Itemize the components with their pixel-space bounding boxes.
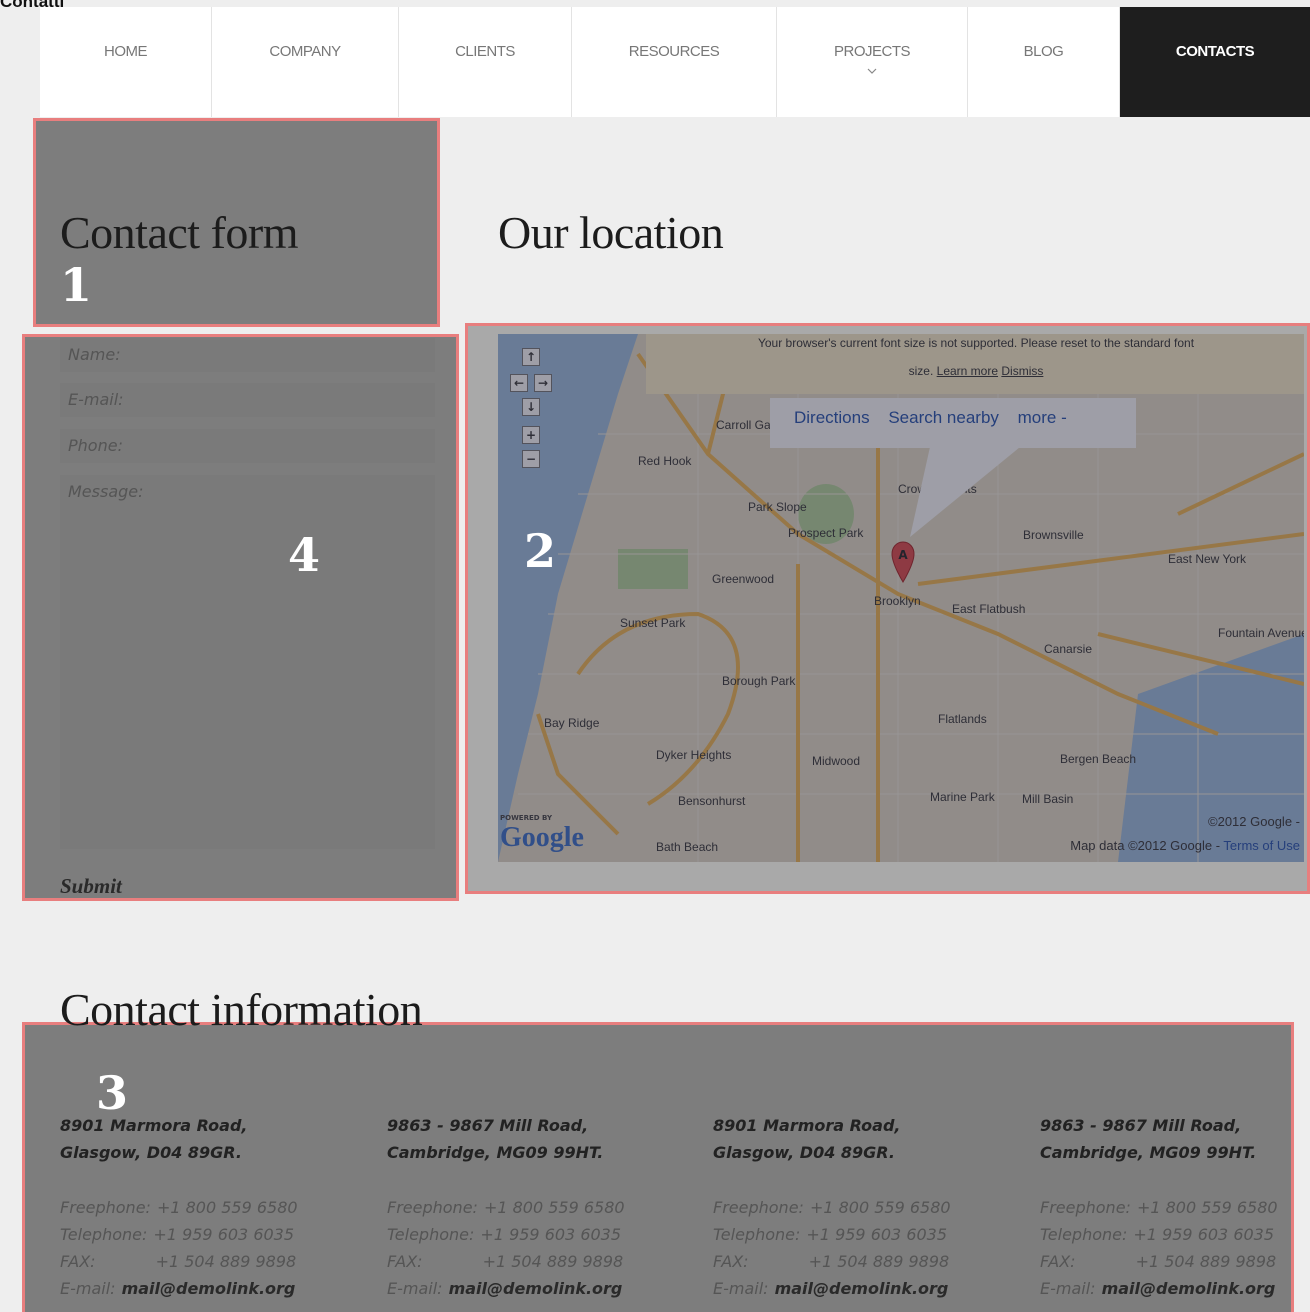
address-line: 9863 - 9867 Mill Road, bbox=[387, 1116, 589, 1135]
telephone-value: +1 959 603 6035 bbox=[480, 1225, 622, 1244]
fax-value: +1 504 889 9898 bbox=[155, 1252, 297, 1271]
annotation-number-4: 4 bbox=[288, 528, 321, 582]
name-input[interactable]: Name: bbox=[60, 338, 435, 372]
address-line: Cambridge, MG09 99HT. bbox=[387, 1143, 604, 1162]
nav-resources[interactable]: RESOURCES bbox=[572, 7, 777, 117]
contact-column: 9863 - 9867 Mill Road, Cambridge, MG09 9… bbox=[1040, 1112, 1290, 1302]
phone-input[interactable]: Phone: bbox=[60, 429, 435, 463]
address-line: 8901 Marmora Road, bbox=[60, 1116, 248, 1135]
location-heading: Our location bbox=[498, 207, 724, 258]
address-line: 8901 Marmora Road, bbox=[713, 1116, 901, 1135]
chevron-down-icon bbox=[867, 68, 877, 74]
contact-form-heading: Contact form bbox=[60, 207, 299, 258]
fax-value: +1 504 889 9898 bbox=[482, 1252, 624, 1271]
address-line: Glasgow, D04 89GR. bbox=[713, 1143, 895, 1162]
map-overlay-shade bbox=[498, 334, 1304, 862]
freephone-value: +1 800 559 6580 bbox=[1136, 1198, 1278, 1217]
contact-column: 8901 Marmora Road, Glasgow, D04 89GR. Fr… bbox=[713, 1112, 1013, 1302]
annotation-number-1: 1 bbox=[60, 258, 93, 312]
contact-info-heading: Contact information bbox=[60, 984, 423, 1035]
location-map[interactable]: Carroll Gardens Red Hook Park Slope Pros… bbox=[498, 334, 1304, 862]
email-link[interactable]: mail@demolink.org bbox=[122, 1279, 296, 1298]
submit-button[interactable]: Submit bbox=[60, 874, 122, 899]
nav-company[interactable]: COMPANY bbox=[212, 7, 399, 117]
message-textarea[interactable]: Message: bbox=[60, 475, 435, 849]
address-line: Glasgow, D04 89GR. bbox=[60, 1143, 242, 1162]
annotation-number-2: 2 bbox=[524, 524, 557, 578]
nav-home[interactable]: HOME bbox=[40, 7, 212, 117]
address-line: 9863 - 9867 Mill Road, bbox=[1040, 1116, 1242, 1135]
fax-value: +1 504 889 9898 bbox=[808, 1252, 950, 1271]
email-link[interactable]: mail@demolink.org bbox=[449, 1279, 623, 1298]
fax-value: +1 504 889 9898 bbox=[1135, 1252, 1277, 1271]
nav-clients[interactable]: CLIENTS bbox=[399, 7, 572, 117]
freephone-value: +1 800 559 6580 bbox=[156, 1198, 298, 1217]
freephone-value: +1 800 559 6580 bbox=[483, 1198, 625, 1217]
email-link[interactable]: mail@demolink.org bbox=[775, 1279, 949, 1298]
annotation-number-3: 3 bbox=[96, 1066, 129, 1120]
address-line: Cambridge, MG09 99HT. bbox=[1040, 1143, 1257, 1162]
telephone-value: +1 959 603 6035 bbox=[1133, 1225, 1275, 1244]
email-link[interactable]: mail@demolink.org bbox=[1102, 1279, 1276, 1298]
nav-projects[interactable]: PROJECTS bbox=[777, 7, 968, 117]
email-input[interactable]: E-mail: bbox=[60, 383, 435, 417]
freephone-value: +1 800 559 6580 bbox=[809, 1198, 951, 1217]
nav-contacts[interactable]: CONTACTS bbox=[1120, 7, 1310, 117]
contact-column: 8901 Marmora Road, Glasgow, D04 89GR. Fr… bbox=[60, 1112, 360, 1302]
telephone-value: +1 959 603 6035 bbox=[806, 1225, 948, 1244]
main-nav: HOME COMPANY CLIENTS RESOURCES PROJECTS … bbox=[40, 7, 1310, 117]
nav-blog[interactable]: BLOG bbox=[968, 7, 1120, 117]
contact-column: 9863 - 9867 Mill Road, Cambridge, MG09 9… bbox=[387, 1112, 687, 1302]
telephone-value: +1 959 603 6035 bbox=[153, 1225, 295, 1244]
